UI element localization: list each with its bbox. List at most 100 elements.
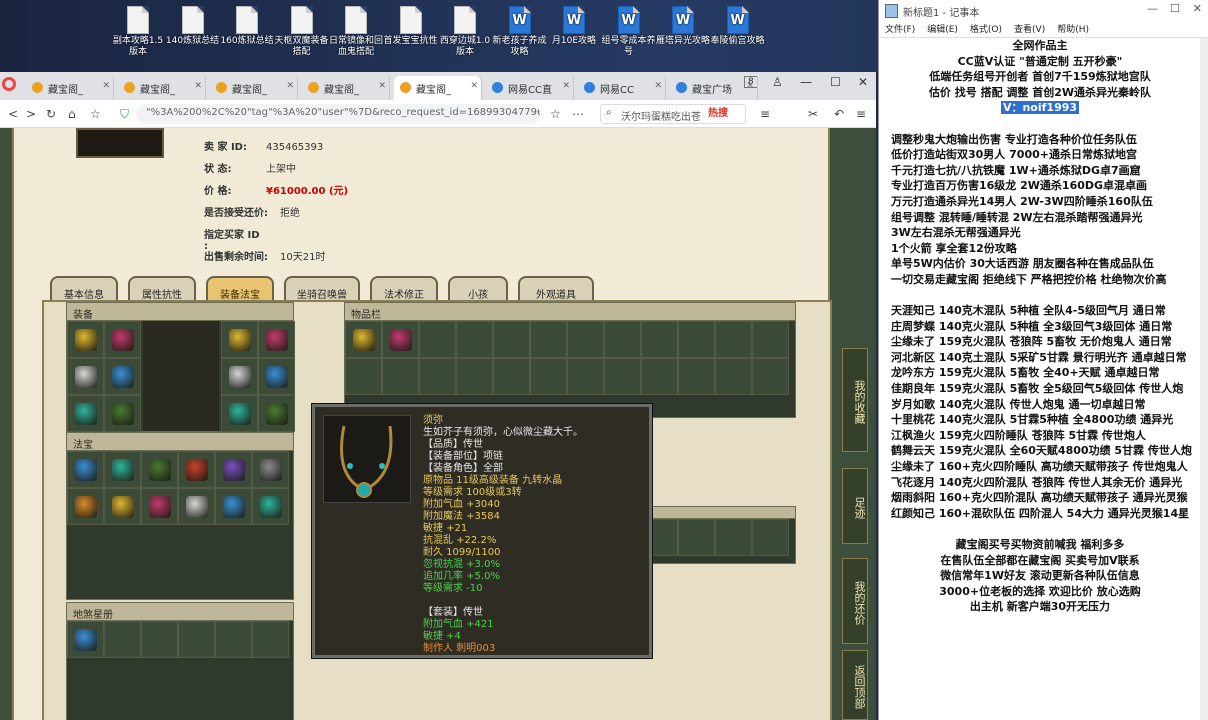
equipment-slot[interactable] [104,395,141,432]
desktop-icon[interactable]: 140炼狱总结 [165,6,221,47]
close-window-icon[interactable]: ✕ [858,75,868,89]
notepad-scrollbar[interactable] [1200,38,1208,720]
fabao-slot[interactable] [215,488,252,525]
url-input[interactable]: "%3A%200%2C%20"tag"%3A%20"user"%7D&reco_… [136,104,540,124]
fabao-slot[interactable] [104,451,141,488]
tab-close-icon[interactable]: ✕ [102,81,110,91]
fabao-slot[interactable] [178,488,215,525]
side-button[interactable]: 我的还价 [842,558,868,644]
fabao-slot[interactable] [215,451,252,488]
inventory-slot[interactable] [493,358,530,395]
side-button[interactable]: 返回顶部 [842,650,868,720]
inventory-slot[interactable] [530,321,567,358]
browser-logo-icon[interactable] [2,77,16,91]
notepad-menu-item[interactable]: 查看(V) [1014,25,1045,35]
extra-slot[interactable] [178,621,215,658]
notepad-menu-item[interactable]: 帮助(H) [1057,25,1089,35]
desktop-icon[interactable]: 160炼狱总结 [219,6,275,47]
inventory-slot[interactable] [345,321,382,358]
equipment-slot[interactable] [104,358,141,395]
inventory-slot[interactable] [382,321,419,358]
side-button[interactable]: 足迹 [842,468,868,544]
home-icon[interactable]: ⌂ [68,107,76,121]
inventory-slot[interactable] [345,358,382,395]
equipment-slot[interactable] [258,321,295,358]
menu-icon[interactable]: ≡ [760,107,770,121]
inventory-slot[interactable] [641,358,678,395]
side-button[interactable]: 我的收藏 [842,348,868,452]
tab-close-icon[interactable]: ✕ [746,81,754,91]
tab-close-icon[interactable]: ✕ [378,81,386,91]
browser-tab[interactable]: 网易CC ✕ [578,76,666,100]
refresh-icon[interactable]: ↻ [46,107,56,121]
favorite-icon[interactable]: ☆ [90,107,101,121]
inventory-slot[interactable] [530,358,567,395]
notepad-menu-item[interactable]: 编辑(E) [927,25,958,35]
notepad-text-area[interactable]: 全网作品主 CC蓝V认证 "普通定制 五开秒豪" 低端任务组号开创者 首创7千159… [879,38,1201,720]
inventory-slot[interactable] [641,321,678,358]
equipment-slot[interactable] [258,358,295,395]
inventory-slot[interactable] [567,321,604,358]
desktop-icon[interactable]: 日常镜像和回血鬼搭配 [328,6,384,58]
extra-slot[interactable] [215,621,252,658]
notepad-menu-item[interactable]: 文件(F) [885,25,915,35]
hamburger-icon[interactable]: ≡ [856,107,866,121]
inventory-slot[interactable] [752,519,789,556]
inventory-slot[interactable] [715,519,752,556]
bookmark-star-icon[interactable]: ☆ [550,107,561,121]
inventory-slot[interactable] [419,358,456,395]
equipment-slot[interactable] [221,321,258,358]
equipment-slot[interactable] [67,321,104,358]
desktop-icon[interactable]: 天枢双魔装备搭配 [274,6,330,58]
inventory-slot[interactable] [604,321,641,358]
fabao-slot[interactable] [141,451,178,488]
desktop-icon[interactable]: W 雁塔异光攻略 [655,6,711,47]
desktop-icon[interactable]: W 奉陵偷宫攻略 [710,6,766,47]
extra-slot[interactable] [67,621,104,658]
inventory-slot[interactable] [678,321,715,358]
equipment-slot[interactable] [221,358,258,395]
browser-tab[interactable]: 藏宝阁_ ✕ [26,76,114,100]
minimize-icon[interactable]: — [800,75,812,89]
browser-tab[interactable]: 网易CC直 ✕ [486,76,574,100]
tab-close-icon[interactable]: ✕ [194,81,202,91]
notepad-close-icon[interactable]: ✕ [1193,2,1202,15]
notepad-menu-item[interactable]: 格式(O) [970,25,1002,35]
undo-icon[interactable]: ↶ [834,107,844,121]
inventory-slot[interactable] [456,358,493,395]
desktop-icon[interactable]: 副本攻略1.5版本 [110,6,166,58]
inventory-slot[interactable] [567,358,604,395]
fabao-slot[interactable] [67,451,104,488]
browser-tab[interactable]: 藏宝广场 ✕ [670,76,758,100]
maximize-icon[interactable]: ☐ [830,75,841,89]
inventory-slot[interactable] [678,519,715,556]
inventory-slot[interactable] [715,321,752,358]
equipment-slot[interactable] [104,321,141,358]
desktop-icon[interactable]: W 月10E攻略 [546,6,602,47]
fabao-slot[interactable] [178,451,215,488]
notepad-minimize-icon[interactable]: — [1147,2,1158,15]
equipment-slot[interactable] [221,395,258,432]
inventory-slot[interactable] [752,321,789,358]
fabao-slot[interactable] [67,488,104,525]
desktop-icon[interactable]: 西穿边城1.0版本 [437,6,493,58]
desktop-icon[interactable]: W 新老孩子养成攻略 [492,6,548,58]
tab-close-icon[interactable]: ✕ [470,81,478,91]
tab-close-icon[interactable]: ✕ [562,81,570,91]
inventory-slot[interactable] [382,358,419,395]
inventory-slot[interactable] [678,358,715,395]
equipment-slot[interactable] [258,395,295,432]
forward-icon[interactable]: > [26,107,36,121]
extra-slot[interactable] [252,621,289,658]
inventory-slot[interactable] [604,358,641,395]
browser-tab[interactable]: 藏宝阁_ ✕ [394,76,482,100]
extra-slot[interactable] [141,621,178,658]
inventory-slot[interactable] [493,321,530,358]
tab-close-icon[interactable]: ✕ [286,81,294,91]
equipment-slot[interactable] [67,358,104,395]
scissors-icon[interactable]: ✂ [808,107,818,121]
desktop-icon[interactable]: W 组号零成本养号 [601,6,657,58]
inventory-slot[interactable] [419,321,456,358]
desktop-icon[interactable]: 首发宝宝抗性 [383,6,439,47]
notepad-maximize-icon[interactable]: ☐ [1170,2,1180,15]
